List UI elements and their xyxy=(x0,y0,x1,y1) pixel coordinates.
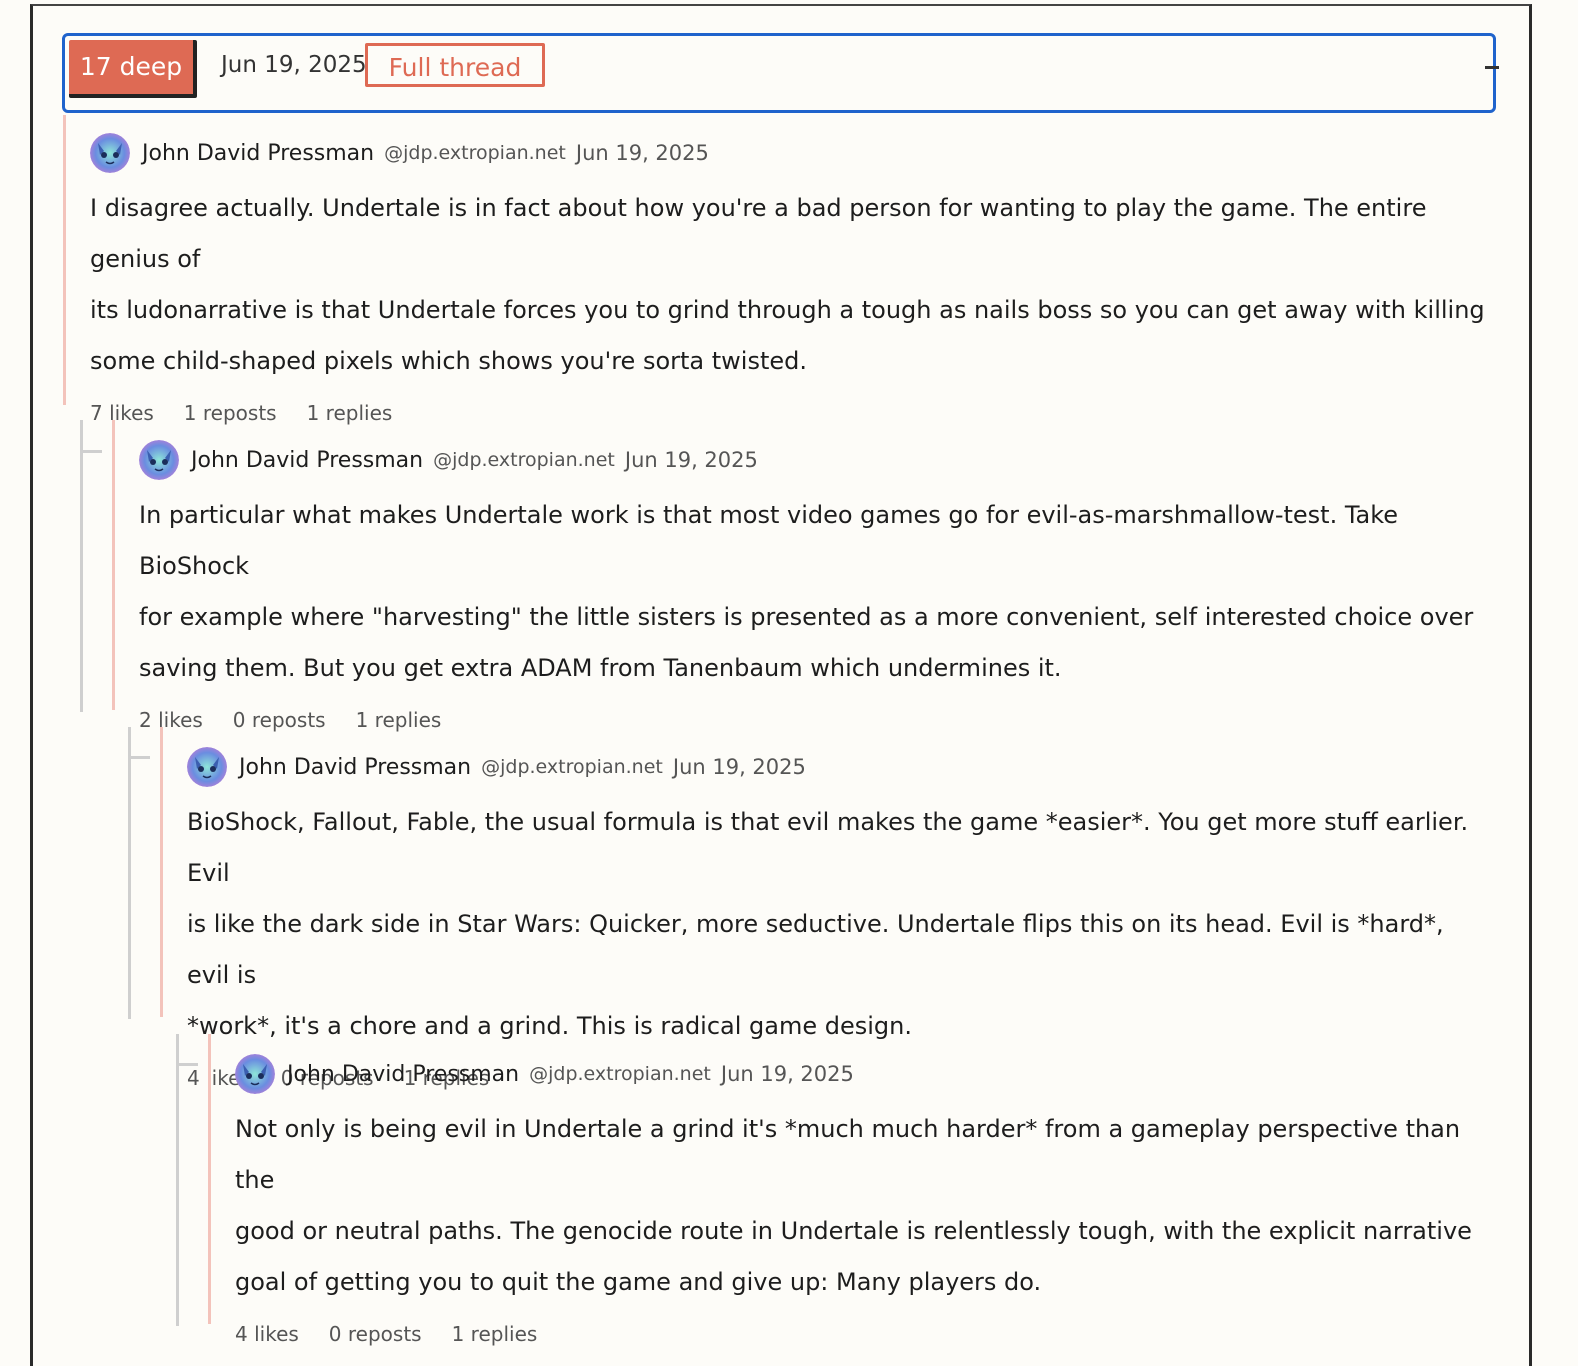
post-text-line: goal of getting you to quit the game and… xyxy=(235,1268,1042,1296)
post-date[interactable]: Jun 19, 2025 xyxy=(673,755,806,779)
post-header: John David Pressman @jdp.extropian.net J… xyxy=(139,438,1491,482)
post-text: I disagree actually. Undertale is in fac… xyxy=(90,183,1490,387)
post-author[interactable]: John David Pressman xyxy=(239,755,471,780)
post-handle[interactable]: @jdp.extropian.net xyxy=(481,756,663,778)
post-handle[interactable]: @jdp.extropian.net xyxy=(384,142,566,164)
post-header: John David Pressman @jdp.extropian.net J… xyxy=(187,745,1491,789)
post-date[interactable]: Jun 19, 2025 xyxy=(625,448,758,472)
post-author[interactable]: John David Pressman xyxy=(287,1062,519,1087)
avatar[interactable] xyxy=(235,1054,275,1094)
replies-count[interactable]: 1 replies xyxy=(452,1322,538,1346)
likes-count[interactable]: 4 likes xyxy=(235,1322,299,1346)
thread-header: 17 deep Jun 19, 2025 Full thread xyxy=(62,33,1499,113)
post-handle[interactable]: @jdp.extropian.net xyxy=(529,1063,711,1085)
depth-badge: 17 deep xyxy=(69,40,197,98)
thread-connector-tick xyxy=(128,756,150,759)
post-item[interactable]: John David Pressman @jdp.extropian.net J… xyxy=(160,727,1491,1090)
collapse-handle-icon[interactable] xyxy=(1485,66,1499,69)
avatar[interactable] xyxy=(90,133,130,173)
header-date: Jun 19, 2025 xyxy=(221,52,367,78)
post-text-line: its ludonarrative is that Undertale forc… xyxy=(90,296,1485,324)
reposts-count[interactable]: 0 reposts xyxy=(329,1322,422,1346)
post-text-line: is like the dark side in Star Wars: Quic… xyxy=(187,910,1444,989)
post-text-line: In particular what makes Undertale work … xyxy=(139,501,1399,580)
post-author[interactable]: John David Pressman xyxy=(142,141,374,166)
avatar[interactable] xyxy=(139,440,179,480)
post-text-line: I disagree actually. Undertale is in fac… xyxy=(90,194,1427,273)
avatar[interactable] xyxy=(187,747,227,787)
cat-avatar-icon xyxy=(187,747,227,787)
post-date[interactable]: Jun 19, 2025 xyxy=(721,1062,854,1086)
post-header: John David Pressman @jdp.extropian.net J… xyxy=(235,1052,1491,1096)
post-handle[interactable]: @jdp.extropian.net xyxy=(433,449,615,471)
post-text-line: BioShock, Fallout, Fable, the usual form… xyxy=(187,808,1469,887)
post-item[interactable]: John David Pressman @jdp.extropian.net J… xyxy=(208,1034,1491,1346)
thread-connector-tick xyxy=(80,450,102,453)
post-text: Not only is being evil in Undertale a gr… xyxy=(235,1104,1491,1308)
post-stats: 4 likes 0 reposts 1 replies xyxy=(235,1322,1491,1346)
post-text: BioShock, Fallout, Fable, the usual form… xyxy=(187,797,1491,1052)
post-author[interactable]: John David Pressman xyxy=(191,448,423,473)
cat-avatar-icon xyxy=(235,1054,275,1094)
thread-connector-line xyxy=(176,1034,179,1326)
post-text-line: Not only is being evil in Undertale a gr… xyxy=(235,1115,1461,1194)
thread-connector-line xyxy=(128,727,131,1019)
post-text-line: good or neutral paths. The genocide rout… xyxy=(235,1217,1472,1245)
full-thread-button[interactable]: Full thread xyxy=(365,43,545,87)
post-text: In particular what makes Undertale work … xyxy=(139,490,1491,694)
post-date[interactable]: Jun 19, 2025 xyxy=(576,141,709,165)
post-header: John David Pressman @jdp.extropian.net J… xyxy=(90,131,1490,175)
cat-avatar-icon xyxy=(90,133,130,173)
thread-connector-line xyxy=(80,420,83,712)
post-text-line: some child-shaped pixels which shows you… xyxy=(90,347,807,375)
post-text-line: for example where "harvesting" the littl… xyxy=(139,603,1474,631)
post-item[interactable]: John David Pressman @jdp.extropian.net J… xyxy=(63,115,1490,425)
post-item[interactable]: John David Pressman @jdp.extropian.net J… xyxy=(112,420,1491,732)
post-text-line: saving them. But you get extra ADAM from… xyxy=(139,654,1062,682)
cat-avatar-icon xyxy=(139,440,179,480)
